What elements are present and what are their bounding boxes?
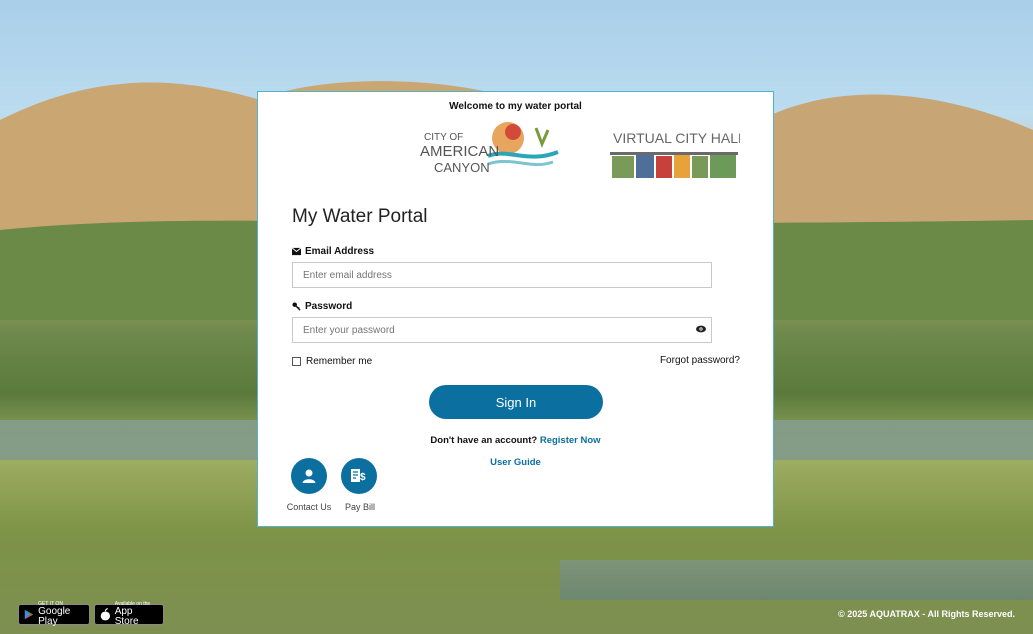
register-link[interactable]: Register Now — [540, 435, 601, 446]
svg-text:CITY OF: CITY OF — [424, 132, 463, 143]
svg-text:CANYON: CANYON — [434, 160, 490, 175]
welcome-text: Welcome to my water portal — [449, 101, 582, 112]
password-field — [292, 317, 712, 343]
remember-me[interactable]: Remember me — [292, 356, 372, 367]
google-play-badge[interactable]: GET IT ON Google Play — [18, 602, 90, 627]
email-input[interactable] — [292, 262, 712, 288]
background-water — [560, 560, 1033, 600]
password-label-text: Password — [305, 301, 353, 312]
eye-icon[interactable] — [696, 325, 706, 333]
google-play-large: Google Play — [38, 606, 71, 627]
virtual-city-hall-logo: VIRTUAL CITY HALL — [610, 130, 740, 178]
apple-icon — [100, 608, 111, 621]
remember-checkbox[interactable] — [292, 357, 301, 366]
envelope-icon — [292, 247, 301, 256]
page-title: My Water Portal — [292, 206, 428, 227]
user-guide-link[interactable]: User Guide — [258, 457, 773, 468]
copyright: © 2025 AQUATRAX - All Rights Reserved. — [838, 609, 1015, 619]
remember-label: Remember me — [306, 356, 373, 367]
email-label: Email Address — [292, 246, 374, 257]
register-prompt: Don't have an account? Register Now — [258, 435, 773, 446]
contact-us-label: Contact Us — [286, 502, 332, 512]
svg-text:$: $ — [360, 472, 366, 483]
password-input[interactable] — [292, 317, 712, 343]
app-store-large: App Store — [114, 606, 139, 627]
google-play-icon — [24, 609, 34, 620]
app-store-badge[interactable]: Available on the App Store — [94, 602, 164, 627]
pay-bill-button[interactable]: $ — [341, 458, 377, 494]
bill-icon: $ — [351, 469, 366, 483]
forgot-password-link[interactable]: Forgot password? — [660, 355, 740, 366]
password-label: Password — [292, 301, 352, 312]
no-account-text: Don't have an account? — [430, 435, 538, 446]
pay-bill-label: Pay Bill — [344, 502, 375, 512]
email-label-text: Email Address — [305, 246, 375, 257]
login-card: Welcome to my water portal CITY OF AMERI… — [257, 91, 774, 527]
contact-us-button[interactable] — [291, 458, 327, 494]
sign-in-button[interactable]: Sign In — [429, 385, 603, 419]
svg-text:AMERICAN: AMERICAN — [420, 143, 499, 160]
key-icon — [292, 302, 301, 311]
user-icon — [302, 469, 316, 483]
city-logo: CITY OF AMERICAN CANYON — [420, 122, 559, 175]
svg-text:VIRTUAL CITY HALL: VIRTUAL CITY HALL — [613, 130, 740, 146]
